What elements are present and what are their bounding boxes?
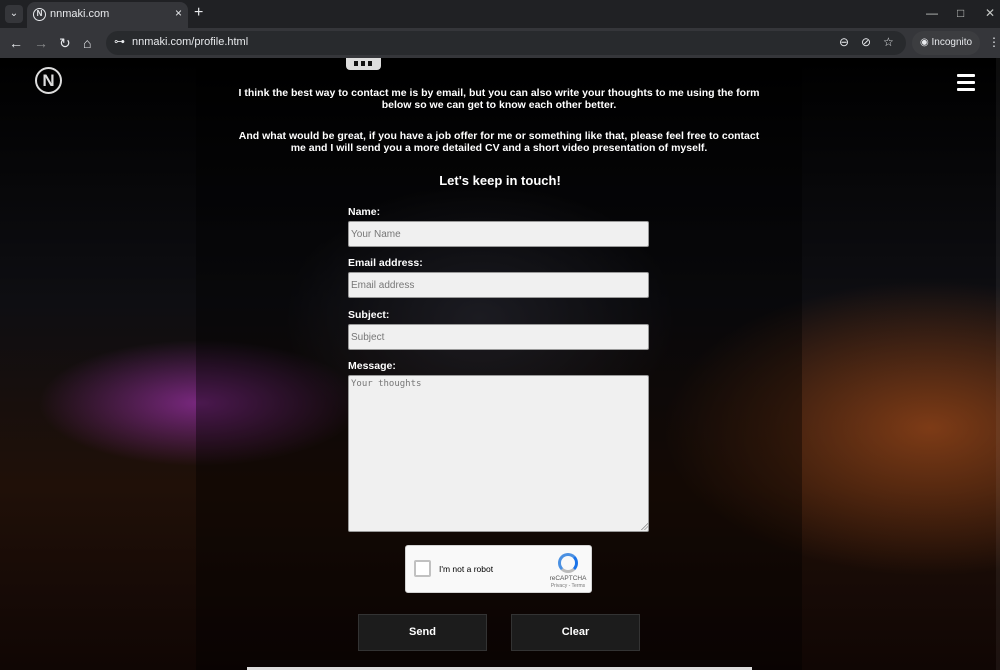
eye-off-icon[interactable]: ⊘ — [861, 35, 871, 49]
email-input[interactable] — [348, 272, 649, 298]
address-bar[interactable]: ⊶ nnmaki.com/profile.html ⊖ ⊘ ☆ — [106, 31, 906, 55]
name-input[interactable] — [348, 221, 649, 247]
section-icon — [346, 58, 381, 70]
send-button[interactable]: Send — [358, 614, 487, 651]
forward-button[interactable]: → — [34, 34, 48, 52]
maximize-button[interactable]: □ — [957, 6, 964, 20]
tab-nnmaki[interactable]: N nnmaki.com × — [27, 2, 188, 28]
tab-title: nnmaki.com — [50, 8, 110, 20]
incognito-icon: ◉ — [920, 37, 932, 48]
browser-menu-icon[interactable]: ⋮ — [988, 35, 1000, 49]
recaptcha-checkbox[interactable] — [414, 560, 431, 577]
message-label: Message: — [348, 360, 396, 372]
recaptcha-widget: I'm not a robot reCAPTCHA Privacy - Term… — [405, 545, 592, 593]
message-textarea[interactable] — [348, 375, 649, 532]
intro-paragraph-1: I think the best way to contact me is by… — [238, 87, 760, 111]
tab-close-icon[interactable]: × — [175, 6, 182, 20]
browser-toolbar: ← → ↻ ⌂ ⊶ nnmaki.com/profile.html ⊖ ⊘ ☆ … — [0, 28, 1000, 58]
bookmark-star-icon[interactable]: ☆ — [883, 35, 894, 49]
zoom-icon[interactable]: ⊖ — [839, 35, 849, 49]
intro-paragraph-2: And what would be great, if you have a j… — [238, 130, 760, 154]
page-scrollbar[interactable] — [996, 58, 1000, 670]
textarea-resize-handle[interactable] — [641, 523, 648, 530]
close-window-button[interactable]: ✕ — [985, 6, 995, 20]
hamburger-menu-icon[interactable] — [957, 74, 975, 95]
back-button[interactable]: ← — [9, 34, 23, 52]
url-text[interactable]: nnmaki.com/profile.html — [132, 36, 248, 48]
contact-heading: Let's keep in touch! — [439, 173, 561, 188]
subject-label: Subject: — [348, 309, 390, 321]
minimize-button[interactable]: — — [926, 6, 938, 20]
recaptcha-brand: reCAPTCHA — [549, 575, 587, 582]
tab-strip: ⌄ N nnmaki.com × + — □ ✕ — [0, 0, 1000, 28]
clear-button[interactable]: Clear — [511, 614, 640, 651]
subject-input[interactable] — [348, 324, 649, 350]
recaptcha-logo-icon — [558, 553, 578, 573]
new-tab-button[interactable]: + — [194, 4, 203, 22]
site-info-icon[interactable]: ⊶ — [114, 35, 125, 48]
incognito-label: Incognito — [931, 37, 973, 48]
tab-search-button[interactable]: ⌄ — [5, 5, 23, 23]
recaptcha-terms-link[interactable]: Privacy - Terms — [547, 583, 589, 589]
incognito-profile-button[interactable]: ◉ Incognito — [912, 31, 980, 55]
name-label: Name: — [348, 206, 381, 218]
site-logo[interactable]: N — [35, 67, 62, 94]
recaptcha-label: I'm not a robot — [439, 564, 494, 574]
page-viewport: N I think the best way to contact me is … — [0, 58, 1000, 670]
home-button[interactable]: ⌂ — [83, 34, 91, 52]
favicon-icon: N — [33, 8, 46, 21]
reload-button[interactable]: ↻ — [59, 34, 71, 52]
email-label: Email address: — [348, 257, 423, 269]
